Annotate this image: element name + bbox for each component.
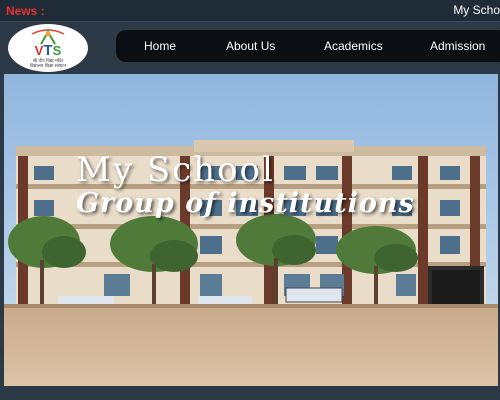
hero-title: My School (76, 150, 275, 190)
hero-subtitle: Group of institutions (76, 188, 415, 219)
site-header: T V S श्री दीप विद्या मंदिर विद्यालय शिक… (0, 22, 500, 74)
news-label: News : (6, 4, 45, 18)
svg-text:S: S (53, 43, 62, 58)
footer-strip (0, 386, 500, 400)
hero-banner: My School Group of institutions (4, 74, 498, 386)
main-navigation: Home About Us Academics Admission (116, 30, 500, 62)
nav-item-admission[interactable]: Admission (430, 39, 485, 53)
svg-text:श्री दीप विद्या मंदिर: श्री दीप विद्या मंदिर (33, 57, 64, 64)
school-logo-icon: T V S श्री दीप विद्या मंदिर विद्यालय शिक… (9, 25, 87, 71)
hero-left-border (0, 74, 4, 386)
news-ticker-bar: News : My Scho (0, 0, 500, 22)
svg-text:T: T (43, 42, 52, 59)
nav-item-academics[interactable]: Academics (324, 39, 383, 53)
school-logo[interactable]: T V S श्री दीप विद्या मंदिर विद्यालय शिक… (8, 24, 88, 72)
nav-item-home[interactable]: Home (144, 39, 176, 53)
svg-text:विद्यालय शिक्षा संस्थान: विद्यालय शिक्षा संस्थान (30, 62, 67, 69)
news-ticker-text[interactable]: My Scho (453, 3, 500, 17)
nav-item-about-us[interactable]: About Us (226, 39, 275, 53)
svg-text:V: V (35, 43, 44, 58)
hero-school-building-image (4, 74, 498, 386)
